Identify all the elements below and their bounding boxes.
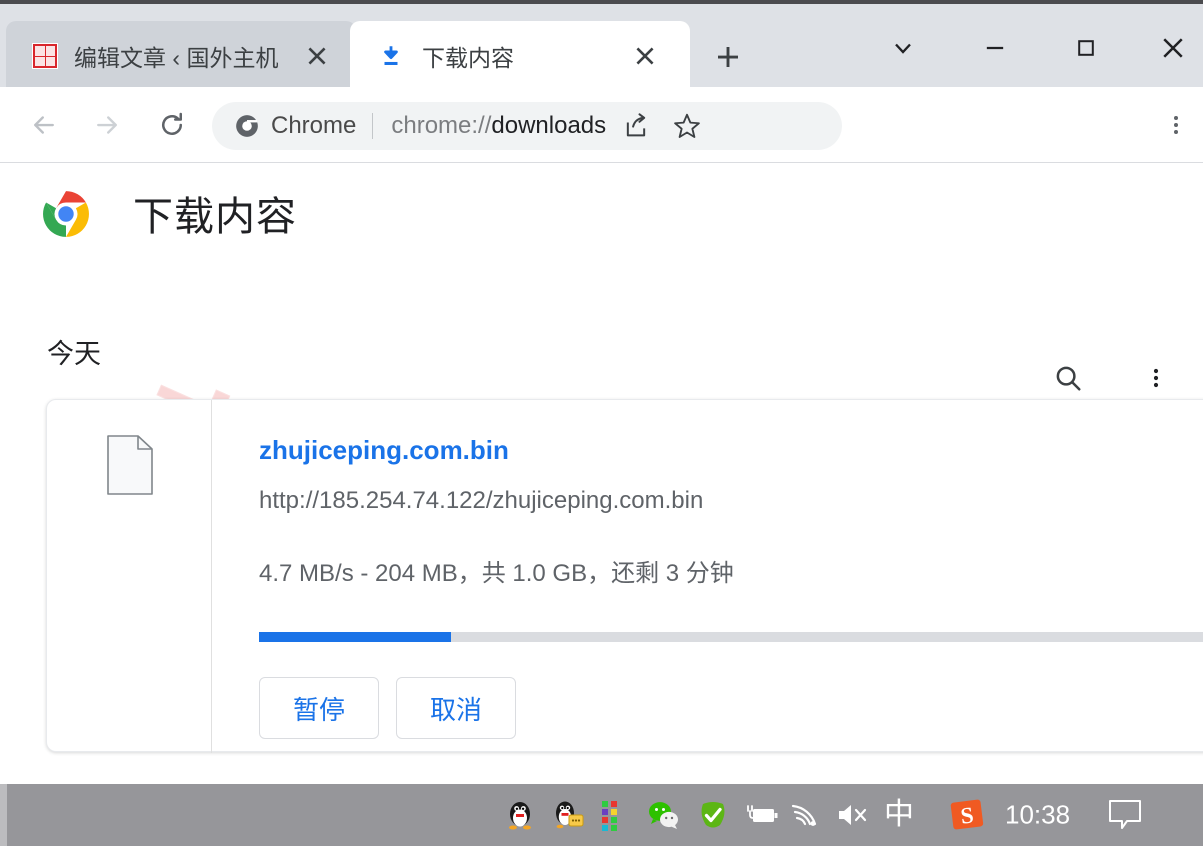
star-icon[interactable]: [672, 111, 702, 141]
color-grid-icon[interactable]: [600, 798, 626, 832]
download-status-text: 4.7 MB/s - 204 MB，共 1.0 GB，还剩 3 分钟: [259, 560, 734, 587]
back-arrow-icon[interactable]: [20, 101, 68, 149]
omnibox-url-host: downloads: [491, 112, 607, 139]
windows-taskbar: 中 S 10:38: [0, 784, 1203, 846]
volume-muted-icon[interactable]: [835, 798, 873, 832]
tab-search-chevron-icon[interactable]: [874, 24, 932, 72]
download-icon: [378, 43, 404, 69]
close-window-button[interactable]: [1148, 24, 1198, 72]
chrome-badge-icon: [234, 113, 260, 139]
chrome-logo-icon: [41, 189, 91, 239]
omnibox-url-text[interactable]: chrome://downloads: [391, 112, 606, 140]
wifi-icon[interactable]: [789, 798, 823, 832]
reload-icon[interactable]: [148, 101, 196, 149]
cancel-download-button[interactable]: 取消: [396, 677, 516, 739]
taskbar-clock[interactable]: 10:38: [1005, 800, 1070, 831]
omnibox-scheme-label: Chrome: [271, 112, 357, 139]
download-progress-bar: [259, 632, 1203, 642]
battery-charging-icon[interactable]: [741, 798, 781, 832]
page-title: 下载内容: [133, 195, 297, 239]
sogou-icon[interactable]: S: [950, 798, 988, 832]
forward-arrow-icon[interactable]: [83, 101, 131, 149]
tab-close-button[interactable]: [304, 43, 330, 69]
tab-title: 编辑文章 ‹ 国外主机: [74, 45, 279, 71]
download-date-group-label: 今天: [47, 339, 101, 369]
card-divider: [211, 400, 212, 753]
pause-download-button[interactable]: 暂停: [259, 677, 379, 739]
downloads-page-header: 下载内容: [0, 164, 1203, 268]
download-item-card: zhujiceping.com.bin http://185.254.74.12…: [46, 399, 1203, 753]
three-dot-menu-icon[interactable]: [1136, 356, 1176, 400]
qq-message-icon[interactable]: [551, 798, 585, 832]
minimize-button[interactable]: [966, 24, 1024, 72]
download-source-url: http://185.254.74.122/zhujiceping.com.bi…: [259, 487, 704, 514]
generic-file-icon: [107, 435, 153, 495]
tab-downloads[interactable]: 下载内容: [350, 21, 690, 91]
qq-penguin-icon[interactable]: [503, 798, 537, 832]
tab-strip: 编辑文章 ‹ 国外主机 下载内容: [0, 4, 1203, 91]
taskbar-edge: [0, 784, 7, 846]
downloads-page: zhujiceping.com 下载内容: [0, 164, 1203, 784]
wechat-icon[interactable]: [646, 798, 680, 832]
tab-title: 下载内容: [422, 45, 514, 71]
three-dot-menu-icon[interactable]: [1158, 101, 1194, 149]
address-bar[interactable]: Chrome chrome://downloads: [212, 102, 842, 150]
tab-close-button[interactable]: [632, 43, 658, 69]
share-icon[interactable]: [622, 112, 650, 140]
omnibox-separator: [372, 113, 374, 139]
tab-editor-article[interactable]: 编辑文章 ‹ 国外主机: [6, 21, 356, 91]
green-check-icon[interactable]: [696, 798, 730, 832]
search-icon[interactable]: [1046, 356, 1090, 400]
maximize-button[interactable]: [1057, 24, 1115, 72]
seal-favicon-icon: [32, 43, 58, 69]
new-tab-button[interactable]: [705, 38, 751, 76]
ime-indicator[interactable]: 中: [884, 800, 914, 830]
download-filename-link[interactable]: zhujiceping.com.bin: [259, 435, 509, 466]
browser-window: 编辑文章 ‹ 国外主机 下载内容 Chrome chrome://downloa…: [0, 0, 1203, 846]
notification-bubble-icon[interactable]: [1105, 797, 1145, 833]
omnibox-url-scheme: chrome://: [391, 112, 492, 139]
download-progress-fill: [259, 632, 451, 642]
